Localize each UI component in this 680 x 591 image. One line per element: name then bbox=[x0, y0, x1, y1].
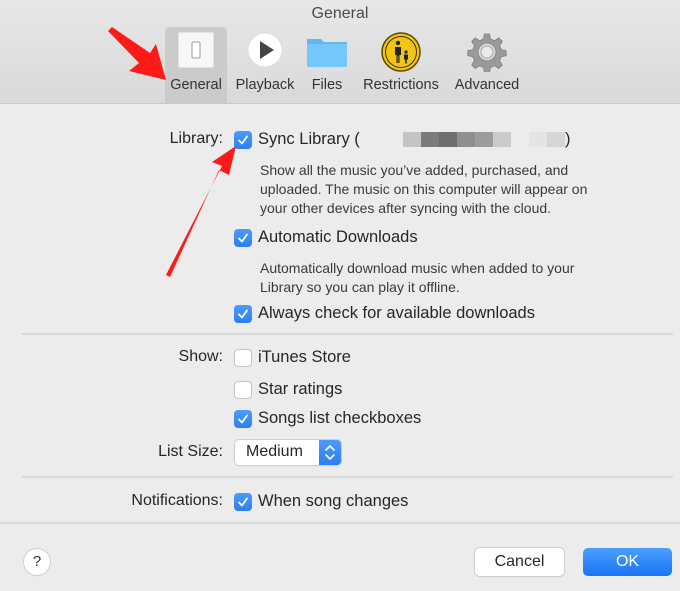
annotation-arrow-sync-library bbox=[166, 146, 236, 277]
updown-chevron-icon bbox=[319, 440, 341, 465]
sync-library-checkbox[interactable] bbox=[234, 131, 252, 149]
help-button[interactable]: ? bbox=[24, 549, 50, 575]
library-label: Library: bbox=[169, 130, 223, 147]
separator bbox=[22, 476, 673, 478]
tab-files[interactable]: Files bbox=[304, 27, 350, 103]
tab-advanced[interactable]: Advanced bbox=[452, 27, 522, 103]
list-size-value: Medium bbox=[246, 443, 303, 460]
cancel-button[interactable]: Cancel bbox=[475, 548, 564, 576]
sync-library-label-close: ) bbox=[565, 130, 571, 148]
show-label: Show: bbox=[178, 348, 223, 365]
automatic-downloads-description: Automatically download music when added … bbox=[260, 260, 575, 295]
automatic-downloads-label: Automatic Downloads bbox=[258, 228, 418, 246]
play-icon bbox=[247, 32, 283, 73]
tab-general-label: General bbox=[170, 77, 222, 93]
tab-playback-label: Playback bbox=[235, 77, 295, 93]
tab-restrictions-label: Restrictions bbox=[363, 77, 439, 93]
itunes-store-label: iTunes Store bbox=[258, 348, 351, 366]
when-song-changes-label: When song changes bbox=[258, 492, 409, 510]
star-ratings-checkbox[interactable] bbox=[234, 381, 252, 399]
parental-controls-icon bbox=[381, 32, 421, 77]
notifications-label: Notifications: bbox=[131, 492, 223, 509]
switch-icon bbox=[177, 31, 215, 73]
songs-list-checkboxes-label: Songs list checkboxes bbox=[258, 409, 422, 427]
checkmark-icon bbox=[238, 233, 248, 243]
songs-list-checkboxes-checkbox[interactable] bbox=[234, 410, 252, 428]
tab-general[interactable]: General bbox=[165, 27, 227, 103]
ok-button[interactable]: OK bbox=[583, 548, 672, 576]
window-titlebar: General General Playback Files Restricti… bbox=[0, 0, 680, 104]
window-title: General bbox=[311, 5, 369, 22]
tab-advanced-label: Advanced bbox=[454, 77, 520, 93]
footer-separator bbox=[0, 522, 680, 524]
automatic-downloads-checkbox[interactable] bbox=[234, 229, 252, 247]
checkmark-icon bbox=[238, 309, 248, 319]
itunes-store-checkbox[interactable] bbox=[234, 349, 252, 367]
separator bbox=[22, 333, 673, 335]
folder-icon bbox=[306, 32, 348, 73]
sync-library-label: Sync Library ( bbox=[258, 130, 360, 148]
checkmark-icon bbox=[238, 414, 248, 424]
list-size-label: List Size: bbox=[158, 443, 223, 460]
always-check-checkbox[interactable] bbox=[234, 305, 252, 323]
tab-restrictions[interactable]: Restrictions bbox=[358, 27, 444, 103]
sync-library-description: Show all the music you’ve added, purchas… bbox=[260, 162, 588, 216]
tab-playback[interactable]: Playback bbox=[233, 27, 297, 103]
always-check-label: Always check for available downloads bbox=[258, 304, 535, 322]
star-ratings-label: Star ratings bbox=[258, 380, 343, 398]
list-size-select[interactable]: Medium bbox=[235, 440, 341, 465]
gear-icon bbox=[467, 32, 507, 77]
tab-files-label: Files bbox=[311, 77, 343, 93]
checkmark-icon bbox=[238, 135, 248, 145]
checkmark-icon bbox=[238, 497, 248, 507]
when-song-changes-checkbox[interactable] bbox=[234, 493, 252, 511]
